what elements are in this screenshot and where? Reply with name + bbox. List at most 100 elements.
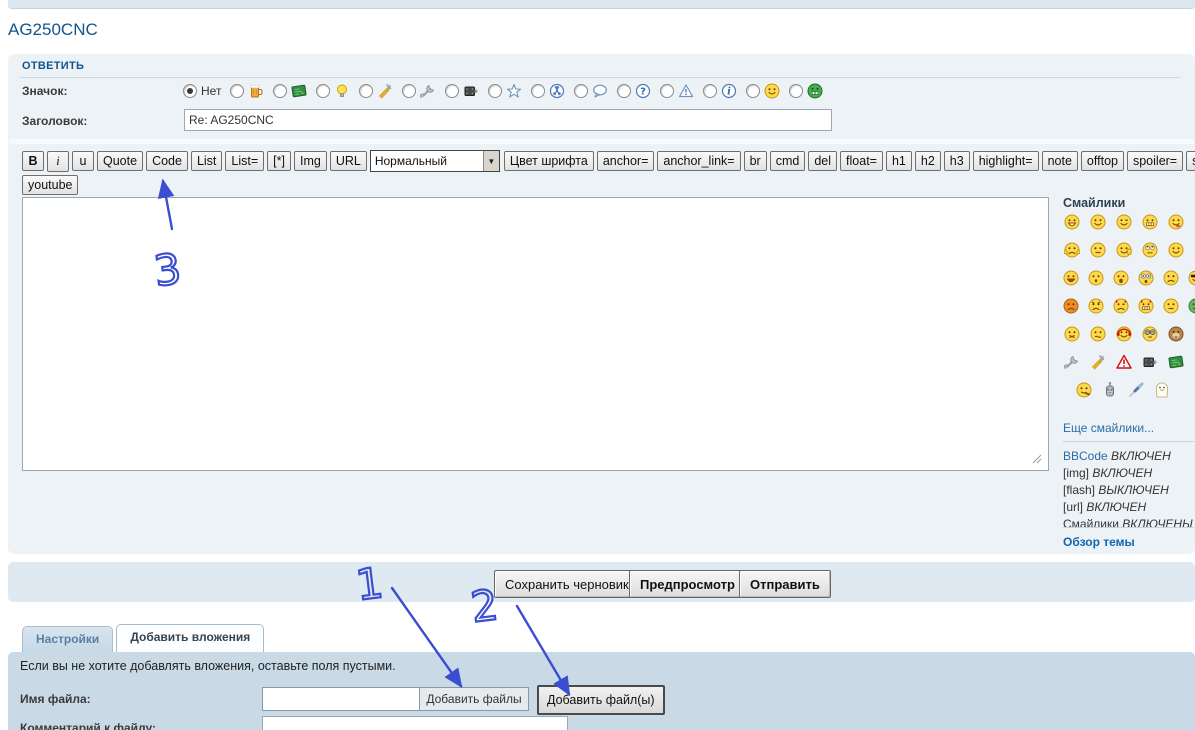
topic-icon-option-warning[interactable] [660, 83, 694, 100]
more-smilies-link[interactable]: Еще смайлики... [1063, 421, 1154, 435]
smiley-indifferent[interactable] [1089, 241, 1106, 258]
bbcode-btn-anchor[interactable]: anchor= [596, 151, 655, 171]
topic-icon-option-stepper-motor[interactable] [445, 83, 479, 100]
smiley-angry[interactable] [1088, 297, 1104, 314]
bbcode-btn-cmd[interactable]: cmd [769, 151, 806, 171]
topic-icon-option-question-mark[interactable]: ? [617, 83, 651, 100]
topic-icon-option-beer[interactable] [230, 83, 264, 100]
tab-add-attachments[interactable]: Добавить вложения [116, 624, 265, 652]
smiley-frown[interactable] [1163, 269, 1179, 286]
topic-icon-radio-circuit-board[interactable] [273, 84, 288, 98]
bbcode-btn-code[interactable]: Code [146, 151, 188, 171]
topic-icon-radio-question-mark[interactable] [617, 84, 632, 98]
topic-icon-option-speech-bubble[interactable] [574, 83, 608, 100]
smiley-smile[interactable] [1089, 213, 1106, 230]
smiley-smile2[interactable] [1167, 241, 1184, 258]
bbcode-btn-sub[interactable]: sub [1186, 151, 1195, 171]
bbcode-btn-note[interactable]: note [1041, 151, 1078, 171]
topic-icon-radio-green-grin[interactable] [789, 84, 804, 98]
bbcode-btn-del[interactable]: del [808, 151, 838, 171]
smiley-eek[interactable] [1138, 269, 1154, 286]
topic-review-link[interactable]: Обзор темы [1063, 535, 1135, 549]
topic-icon-option-pliers[interactable] [359, 83, 393, 100]
bbcode-btn-url[interactable]: URL [329, 151, 367, 171]
tab-settings[interactable]: Настройки [22, 626, 114, 652]
smiley-circuit-board[interactable] [1167, 353, 1184, 370]
subject-input[interactable] [184, 109, 832, 131]
browse-files-button[interactable]: Добавить файлы [419, 687, 529, 711]
bbcode-btn-b[interactable]: B [22, 151, 44, 171]
topic-icon-radio-star[interactable] [488, 84, 503, 98]
smiley-laugh[interactable] [1063, 213, 1080, 230]
file-comment-input[interactable] [262, 716, 568, 730]
smiley-rolleyes[interactable] [1141, 241, 1158, 258]
smiley-shy[interactable] [1063, 241, 1080, 258]
smiley-stepper-motor[interactable] [1141, 353, 1158, 370]
smiley-thumbs-up[interactable] [1115, 241, 1132, 258]
smiley-skeptical[interactable] [1089, 325, 1106, 342]
topic-icon-radio-radiation[interactable] [531, 84, 546, 98]
topic-icon-option-info[interactable]: i [703, 83, 737, 100]
bbcode-btn-i[interactable]: i [47, 150, 69, 172]
topic-icon-radio-info[interactable] [703, 84, 718, 98]
save-draft-button[interactable]: Сохранить черновик [494, 570, 640, 598]
bbcode-btn-list[interactable]: List [190, 151, 223, 171]
bbcode-btn-br[interactable]: br [743, 151, 767, 171]
smiley-twisted[interactable] [1138, 297, 1154, 314]
topic-icon-option-radiation[interactable] [531, 83, 565, 100]
bbcode-btn-highlight[interactable]: highlight= [972, 151, 1039, 171]
topic-icon-radio-warning[interactable] [660, 84, 675, 98]
bbcode-btn-spoiler[interactable]: spoiler= [1126, 151, 1184, 171]
bbcode-btn-h1[interactable]: h1 [885, 151, 912, 171]
file-path-input[interactable] [262, 687, 419, 711]
topic-icon-radio-wrench[interactable] [402, 84, 417, 98]
smiley-tongue[interactable] [1167, 213, 1184, 230]
bbcode-btn-quote[interactable]: Quote [97, 151, 144, 171]
smiley-monkey[interactable] [1167, 325, 1184, 342]
bbcode-btn-youtube[interactable]: youtube [22, 175, 79, 195]
bbcode-btn-u[interactable]: u [72, 151, 94, 171]
smiley-shocked[interactable] [1113, 269, 1129, 286]
smiley-evil[interactable] [1113, 297, 1129, 314]
smiley-worried[interactable] [1088, 269, 1104, 286]
smiley-sealed[interactable] [1063, 325, 1080, 342]
topic-icon-option-star[interactable] [488, 83, 522, 100]
topic-icon-option-wrench[interactable] [402, 83, 436, 100]
smiley-wrench[interactable] [1063, 353, 1080, 370]
smiley-lol[interactable] [1063, 269, 1079, 286]
textarea-resize-grip[interactable] [1030, 452, 1042, 464]
bbcode-btn-цвет-шрифта[interactable]: Цвет шрифта [503, 151, 594, 171]
smiley-cigar[interactable] [1075, 381, 1092, 398]
preview-button[interactable]: Предпросмотр [629, 570, 746, 598]
bbcode-btn-sym[interactable]: [*] [267, 151, 291, 171]
message-textarea[interactable] [22, 197, 1049, 471]
bbcode-btn-anchor-link[interactable]: anchor_link= [657, 151, 741, 171]
topic-icon-option-none[interactable]: Нет [183, 84, 221, 98]
topic-icon-option-green-grin[interactable] [789, 83, 823, 100]
smiley-warning[interactable] [1115, 353, 1132, 370]
smiley-grin[interactable] [1141, 213, 1158, 230]
smiley-zombie[interactable] [1188, 297, 1195, 314]
topic-icon-radio-light-bulb[interactable] [316, 84, 331, 98]
topic-icon-option-smiley[interactable] [746, 83, 780, 100]
smiley-bender[interactable] [1101, 381, 1118, 398]
topic-icon-radio-none[interactable] [183, 84, 197, 98]
bbcode-btn-h3[interactable]: h3 [943, 151, 970, 171]
bbcode-btn-offtop[interactable]: offtop [1080, 151, 1124, 171]
topic-icon-option-circuit-board[interactable] [273, 83, 307, 100]
font-size-select[interactable]: Нормальный ▼ [369, 150, 500, 172]
topic-icon-radio-smiley[interactable] [746, 84, 761, 98]
topic-icon-radio-speech-bubble[interactable] [574, 84, 589, 98]
bbcode-btn-h2[interactable]: h2 [914, 151, 941, 171]
submit-button[interactable]: Отправить [739, 570, 831, 598]
topic-icon-option-light-bulb[interactable] [316, 83, 350, 100]
smiley-straight[interactable] [1163, 297, 1179, 314]
smiley-wink[interactable] [1115, 213, 1132, 230]
smiley-moses[interactable] [1153, 381, 1170, 398]
smiley-hypno[interactable] [1141, 325, 1158, 342]
topic-icon-radio-pliers[interactable] [359, 84, 374, 98]
topic-icon-radio-beer[interactable] [230, 84, 245, 98]
bbcode-btn-float[interactable]: float= [840, 151, 883, 171]
topic-icon-radio-stepper-motor[interactable] [445, 84, 460, 98]
bbcode-btn-list[interactable]: List= [225, 151, 265, 171]
